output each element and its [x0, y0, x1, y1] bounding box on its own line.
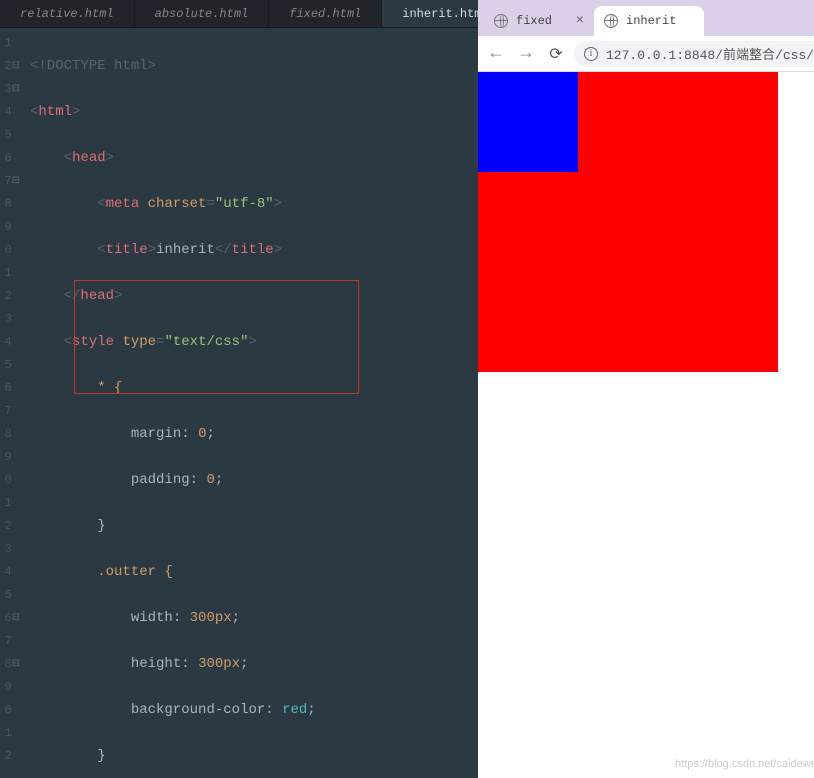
code-line: padding: 0;: [30, 469, 478, 492]
browser-viewport: [478, 72, 814, 778]
code-line: * {: [30, 377, 478, 400]
code-line: margin: 0;: [30, 423, 478, 446]
code-line: background-color: red;: [30, 699, 478, 722]
code-line: <html>: [30, 101, 478, 124]
line-gutter: 1 2⊟ 3⊟ 4 5 6 7⊟ 8 9 0 1 2 3 4 5 6 7 8 9…: [0, 28, 24, 778]
outter-box: [478, 72, 778, 372]
browser-tab-label: inherit: [626, 14, 676, 28]
code-line: height: 300px;: [30, 653, 478, 676]
forward-button[interactable]: →: [514, 44, 538, 64]
back-button[interactable]: ←: [484, 44, 508, 64]
code-content[interactable]: <!DOCTYPE html> <html> <head> <meta char…: [24, 28, 478, 778]
code-line: <title>inherit</title>: [30, 239, 478, 262]
browser-tab-inherit[interactable]: inherit: [594, 6, 704, 36]
code-line: .outter {: [30, 561, 478, 584]
globe-icon: [604, 14, 618, 28]
browser-tab-fixed[interactable]: fixed ×: [484, 6, 594, 36]
editor-tabs: relative.html absolute.html fixed.html i…: [0, 0, 478, 28]
info-icon[interactable]: i: [584, 47, 598, 61]
code-line: <head>: [30, 147, 478, 170]
code-line: <style type="text/css">: [30, 331, 478, 354]
watermark: https://blog.csdn.net/caidewei121: [675, 758, 814, 770]
browser-tab-label: fixed: [516, 14, 552, 28]
tab-fixed[interactable]: fixed.html: [269, 0, 382, 27]
code-line: <meta charset="utf-8">: [30, 193, 478, 216]
code-area[interactable]: 1 2⊟ 3⊟ 4 5 6 7⊟ 8 9 0 1 2 3 4 5 6 7 8 9…: [0, 28, 478, 778]
code-line: }: [30, 515, 478, 538]
browser-pane: fixed × inherit ← → ⟳ i 127.0.0.1:8848/前…: [478, 0, 814, 778]
close-icon[interactable]: ×: [576, 13, 584, 29]
code-line: }: [30, 745, 478, 768]
code-line: </head>: [30, 285, 478, 308]
editor-pane: relative.html absolute.html fixed.html i…: [0, 0, 478, 778]
url-text: 127.0.0.1:8848/前端整合/css/po: [606, 44, 814, 63]
browser-toolbar: ← → ⟳ i 127.0.0.1:8848/前端整合/css/po: [478, 36, 814, 72]
tab-relative[interactable]: relative.html: [0, 0, 135, 27]
code-line: width: 300px;: [30, 607, 478, 630]
code-line: <!DOCTYPE html>: [30, 55, 478, 78]
globe-icon: [494, 14, 508, 28]
browser-tabs: fixed × inherit: [478, 0, 814, 36]
reload-button[interactable]: ⟳: [544, 44, 568, 64]
tab-absolute[interactable]: absolute.html: [135, 0, 270, 27]
address-bar[interactable]: i 127.0.0.1:8848/前端整合/css/po: [574, 41, 814, 67]
inner-box: [478, 72, 578, 172]
